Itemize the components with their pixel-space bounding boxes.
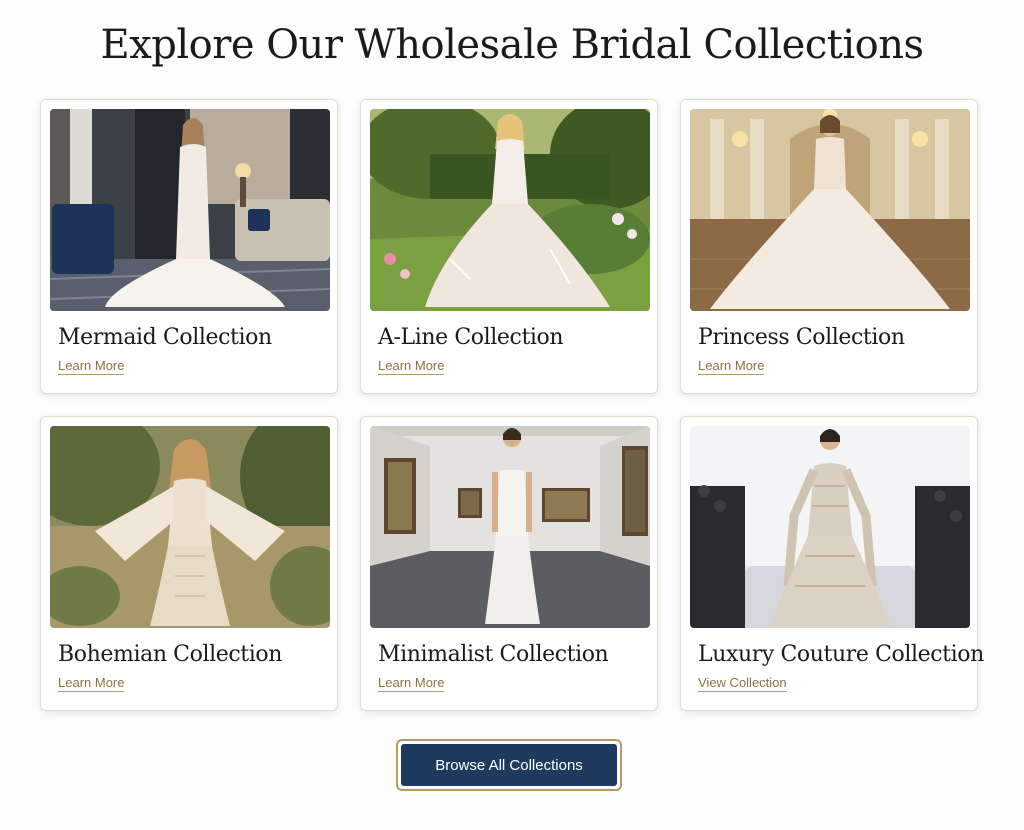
card-title: A-Line Collection	[378, 325, 564, 350]
bohemian-photo-illustration	[50, 426, 330, 628]
mermaid-gown-photo[interactable]	[50, 109, 330, 311]
learn-more-link[interactable]: Learn More	[58, 675, 125, 692]
card-title: Princess Collection	[698, 325, 905, 350]
learn-more-link[interactable]: Learn More	[58, 358, 125, 375]
couture-gown-photo[interactable]	[690, 426, 970, 628]
a-line-gown-photo[interactable]	[370, 109, 650, 311]
collection-card-minimalist[interactable]: Minimalist Collection Learn More	[360, 416, 658, 711]
card-title: Bohemian Collection	[58, 642, 282, 667]
collections-page: Explore Our Wholesale Bridal Collections	[0, 0, 1024, 830]
minimalist-gown-photo[interactable]	[370, 426, 650, 628]
collections-grid: Mermaid Collection Learn More A-Line Col…	[40, 99, 984, 711]
page-title: Explore Our Wholesale Bridal Collections	[100, 22, 924, 68]
a-line-photo-illustration	[370, 109, 650, 311]
learn-more-link[interactable]: Learn More	[378, 358, 445, 375]
bohemian-dress-photo[interactable]	[50, 426, 330, 628]
card-title: Minimalist Collection	[378, 642, 609, 667]
collection-card-bohemian[interactable]: Bohemian Collection Learn More	[40, 416, 338, 711]
view-collection-link[interactable]: View Collection	[698, 675, 787, 692]
learn-more-link[interactable]: Learn More	[378, 675, 445, 692]
card-title: Luxury Couture Collection	[698, 642, 984, 667]
collection-card-luxury-couture[interactable]: Luxury Couture Collection View Collectio…	[680, 416, 984, 711]
collection-card-mermaid[interactable]: Mermaid Collection Learn More	[40, 99, 338, 394]
collection-card-a-line[interactable]: A-Line Collection Learn More	[360, 99, 658, 394]
minimalist-photo-illustration	[370, 426, 650, 628]
mermaid-photo-illustration	[50, 109, 330, 311]
couture-photo-illustration	[690, 426, 970, 628]
browse-all-collections-button[interactable]: Browse All Collections	[401, 744, 617, 786]
princess-ballgown-photo[interactable]	[690, 109, 970, 311]
collection-card-princess[interactable]: Princess Collection Learn More	[680, 99, 978, 394]
browse-all-button-frame: Browse All Collections	[396, 739, 622, 791]
card-title: Mermaid Collection	[58, 325, 272, 350]
princess-photo-illustration	[690, 109, 970, 311]
learn-more-link[interactable]: Learn More	[698, 358, 765, 375]
